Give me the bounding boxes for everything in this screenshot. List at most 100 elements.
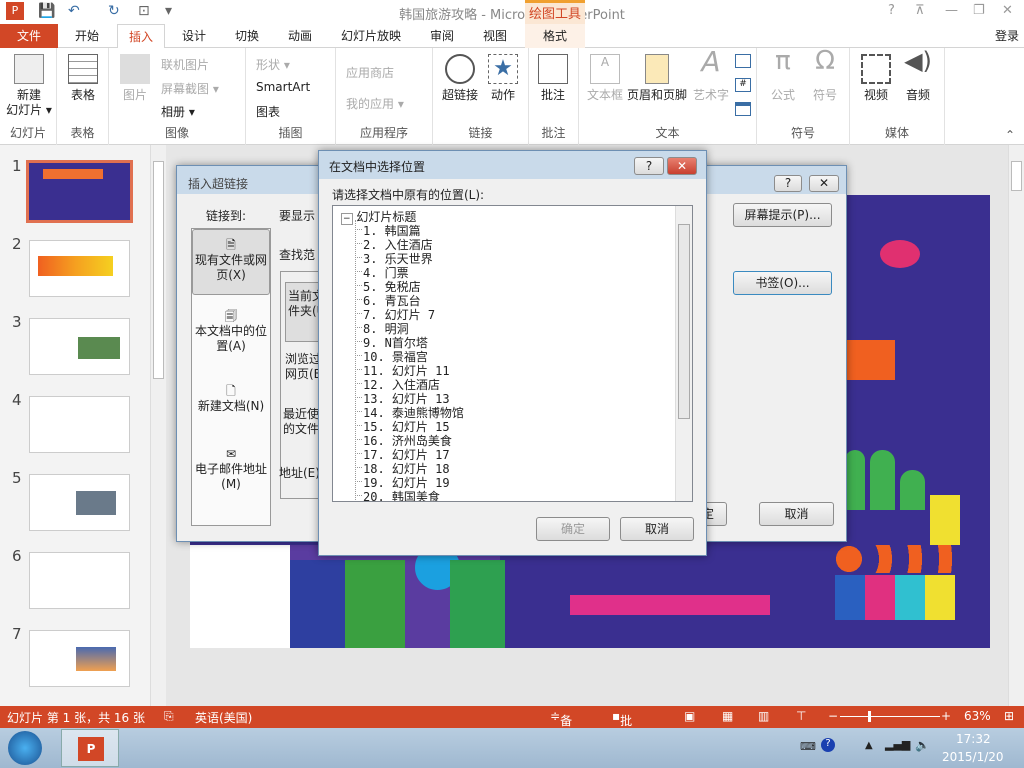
tree-item[interactable]: 20. 韩国美食 — [355, 488, 440, 501]
zoom-slider[interactable] — [840, 711, 940, 722]
slideshow-view-icon[interactable]: ⊤ — [796, 709, 806, 723]
close-button[interactable]: ✕ — [809, 175, 839, 192]
collapse-icon[interactable]: − — [341, 213, 353, 225]
action-button[interactable]: ★ 动作 — [485, 54, 521, 103]
tab-slideshow[interactable]: 幻灯片放映 — [335, 24, 407, 48]
tab-insert[interactable]: 插入 — [117, 24, 165, 49]
screentip-button[interactable]: 屏幕提示(P)... — [733, 203, 832, 227]
screenshot-button[interactable]: 屏幕截图 ▾ — [161, 80, 219, 97]
tab-design[interactable]: 设计 — [172, 24, 216, 48]
fit-slide-icon[interactable]: ⊞ — [1004, 709, 1014, 723]
picture-button[interactable]: 图片 — [117, 54, 153, 103]
nav-place-in-document[interactable]: 🗐 本文档中的位置(A) — [192, 309, 270, 354]
equation-button[interactable]: π 公式 — [765, 48, 801, 103]
language[interactable]: 英语(美国) — [195, 709, 252, 726]
scroll-thumb[interactable] — [678, 224, 690, 419]
bookmark-button[interactable]: 书签(O)... — [733, 271, 832, 295]
textbox-button[interactable]: A 文本框 — [583, 54, 627, 103]
show-hidden-icon[interactable]: ▲ — [865, 740, 873, 751]
minimize-icon[interactable]: — — [945, 3, 958, 18]
scroll-thumb[interactable] — [1011, 161, 1022, 191]
help-icon[interactable]: ? — [888, 3, 895, 18]
photo-album-button[interactable]: 相册 ▾ — [161, 103, 195, 120]
new-slide-button[interactable]: 新建 幻灯片 ▾ — [4, 54, 54, 118]
nav-email-address[interactable]: ✉ 电子邮件地址(M) — [192, 447, 270, 492]
group-links: 超链接 ★ 动作 链接 — [433, 48, 529, 145]
slide-scrollbar[interactable] — [1008, 145, 1024, 706]
smartart-button[interactable]: SmartArt — [256, 80, 310, 94]
table-button[interactable]: 表格 — [65, 54, 101, 103]
spellcheck-icon[interactable]: ⎘ — [164, 709, 174, 724]
zoom-level[interactable]: 63% — [964, 709, 991, 723]
taskbar-powerpoint[interactable]: P — [61, 729, 119, 767]
zoom-out-icon[interactable]: − — [828, 709, 838, 723]
help-button[interactable]: ? — [634, 157, 664, 175]
wordart-button[interactable]: A 艺术字 — [691, 48, 731, 103]
clock-date[interactable]: 2015/1/20 — [942, 750, 1004, 764]
collapse-ribbon-icon[interactable]: ⌃ — [1005, 128, 1015, 142]
redo-icon[interactable]: ↻ — [108, 3, 120, 19]
slide-thumbnail-1[interactable] — [26, 160, 133, 223]
slide-thumbnail-7[interactable] — [29, 630, 130, 687]
audio-button[interactable]: ◀) 音频 — [900, 49, 936, 103]
zoom-slider-thumb[interactable] — [868, 711, 872, 722]
start-button[interactable] — [8, 731, 42, 765]
slide-thumbnail-5[interactable] — [29, 474, 130, 531]
close-button[interactable]: ✕ — [667, 157, 697, 175]
help-tray-icon[interactable]: ? — [821, 738, 835, 752]
undo-icon[interactable]: ↶ — [68, 3, 80, 19]
tree-scrollbar[interactable] — [675, 206, 692, 501]
clock-time[interactable]: 17:32 — [956, 732, 991, 746]
help-button[interactable]: ? — [774, 175, 802, 192]
tab-animations[interactable]: 动画 — [278, 24, 322, 48]
cancel-button[interactable]: 取消 — [620, 517, 694, 541]
store-button[interactable]: 应用商店 — [346, 64, 394, 81]
ribbon-display-icon[interactable]: ⊼ — [915, 3, 925, 18]
tab-format[interactable]: 格式 — [525, 24, 585, 48]
status-bar: 幻灯片 第 1 张，共 16 张 ⎘ 英语(美国) ≑ 备注 ▪ 批注 ▣ ▦ … — [0, 706, 1024, 745]
slide-number-icon[interactable]: # — [735, 78, 751, 92]
group-images: 图片 联机图片 屏幕截图 ▾ 相册 ▾ 图像 — [109, 48, 246, 145]
reading-view-icon[interactable]: ▥ — [758, 709, 769, 723]
nav-existing-file[interactable]: 🗎 现有文件或网页(X) — [192, 229, 270, 295]
tab-review[interactable]: 审阅 — [420, 24, 464, 48]
date-time-icon[interactable] — [735, 54, 751, 68]
restore-icon[interactable]: ❐ — [973, 3, 985, 18]
hyperlink-button[interactable]: 超链接 — [439, 54, 481, 103]
slide-thumbnail-2[interactable] — [29, 240, 130, 297]
my-apps-button[interactable]: 我的应用 ▾ — [346, 95, 404, 112]
object-icon[interactable] — [735, 102, 751, 116]
cancel-button[interactable]: 取消 — [759, 502, 834, 526]
customize-qat-icon[interactable]: ▾ — [165, 3, 172, 19]
comments-button[interactable]: ▪ 批注 — [612, 709, 632, 745]
save-icon[interactable]: 💾 — [38, 3, 55, 19]
tab-home[interactable]: 开始 — [64, 24, 110, 48]
header-footer-button[interactable]: 页眉和页脚 — [625, 54, 689, 103]
chart-button[interactable]: 图表 — [256, 103, 280, 120]
thumbnail-scrollbar[interactable] — [150, 145, 166, 706]
tab-view[interactable]: 视图 — [473, 24, 517, 48]
ok-button[interactable]: 确定 — [536, 517, 610, 541]
keyboard-icon[interactable]: ⌨ — [800, 740, 816, 753]
symbol-button[interactable]: Ω 符号 — [807, 48, 843, 103]
slide-sorter-icon[interactable]: ▦ — [722, 709, 733, 723]
zoom-in-icon[interactable]: + — [941, 709, 951, 723]
volume-icon[interactable]: 🔈 — [915, 738, 930, 752]
close-icon[interactable]: ✕ — [1002, 3, 1013, 18]
slide-thumbnail-6[interactable] — [29, 552, 130, 609]
slide-thumbnail-4[interactable] — [29, 396, 130, 453]
tab-file[interactable]: 文件 — [0, 24, 58, 48]
nav-new-document[interactable]: 🗋 新建文档(N) — [192, 384, 270, 414]
notes-button[interactable]: ≑ 备注 — [550, 709, 572, 745]
scroll-thumb[interactable] — [153, 161, 164, 379]
video-button[interactable]: 视频 — [858, 54, 894, 103]
shapes-button[interactable]: 形状 ▾ — [256, 56, 290, 73]
slide-thumbnail-3[interactable] — [29, 318, 130, 375]
login-link[interactable]: 登录 — [990, 24, 1024, 48]
normal-view-icon[interactable]: ▣ — [684, 709, 695, 723]
slideshow-icon[interactable]: ⊡ — [138, 3, 150, 19]
tab-transitions[interactable]: 切换 — [225, 24, 269, 48]
online-pictures-button[interactable]: 联机图片 — [161, 56, 209, 73]
comment-button[interactable]: 批注 — [535, 54, 571, 103]
network-icon[interactable]: ▂▄▆ — [885, 738, 910, 751]
